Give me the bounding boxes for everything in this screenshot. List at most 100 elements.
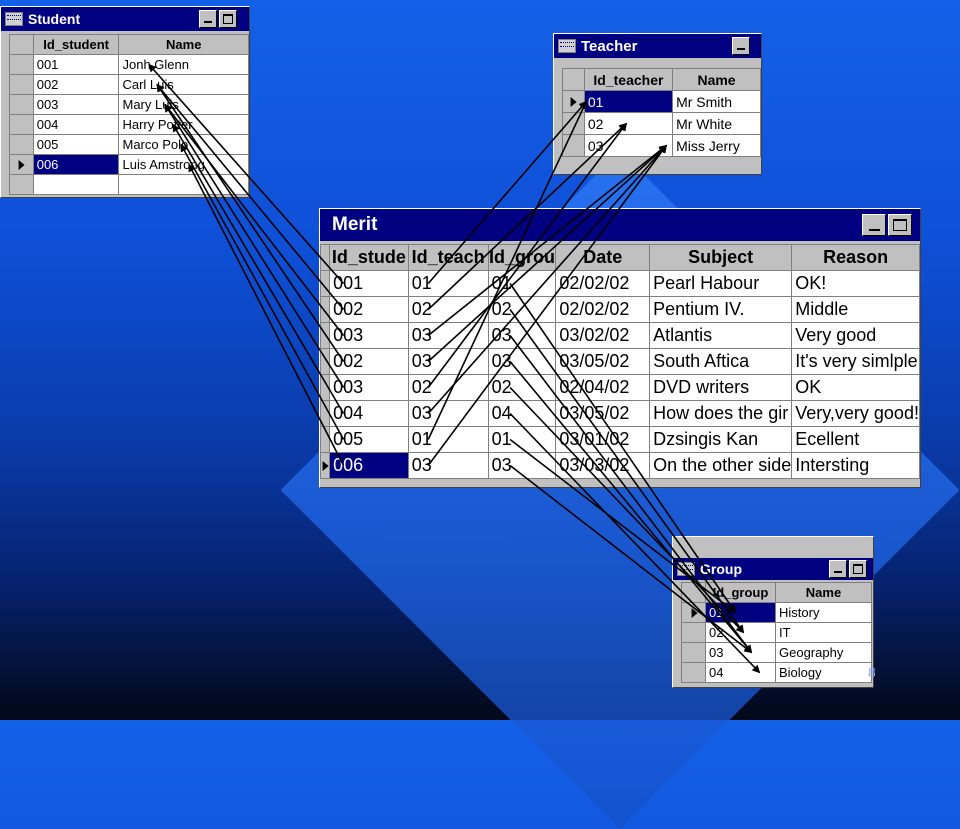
merit-cell-reason[interactable]: OK! (791, 270, 920, 297)
column-header-reason[interactable]: Reason (791, 244, 920, 271)
merit-cell-date[interactable]: 02/04/02 (555, 374, 651, 401)
group-row[interactable]: 02 IT (681, 622, 872, 643)
column-header-id-teacher[interactable]: Id_teacher (583, 68, 674, 91)
merit-cell-group[interactable]: 03 (487, 348, 557, 375)
merit-cell-date[interactable]: 03/01/02 (555, 426, 651, 453)
group-cell-id[interactable]: 03 (705, 642, 776, 663)
merit-row[interactable]: 006 03 03 03/03/02 On the other side Intersti… (320, 452, 920, 479)
row-selector[interactable] (9, 134, 34, 155)
merit-cell-date[interactable]: 02/02/02 (555, 270, 651, 297)
group-title-bar[interactable]: Group (673, 558, 873, 580)
merit-window[interactable]: Merit Id_stude Id_teach Id_grou Date Sub… (319, 208, 921, 488)
group-cell-name[interactable]: History (775, 602, 872, 623)
row-selector[interactable] (562, 112, 585, 135)
merit-cell-reason[interactable]: OK (791, 374, 920, 401)
minimize-button[interactable] (199, 10, 217, 28)
column-header-name[interactable]: Name (672, 68, 761, 91)
merit-cell-group[interactable]: 03 (487, 322, 557, 349)
maximize-button[interactable] (219, 10, 237, 28)
merit-cell-subject[interactable]: South Aftica (649, 348, 793, 375)
student-cell-id[interactable]: 001 (32, 54, 120, 75)
student-cell-name[interactable]: Luis Amstrong (118, 154, 249, 175)
merit-cell-reason[interactable]: Middle (791, 296, 920, 323)
merit-row[interactable]: 002 03 03 03/05/02 South Aftica It's very sim… (320, 348, 920, 375)
merit-cell-group[interactable]: 03 (487, 452, 557, 479)
row-selector[interactable] (562, 90, 585, 113)
column-header-id-student[interactable]: Id_student (32, 34, 120, 55)
group-window[interactable]: Group Id_group Name 01 History 02 IT 03 Geogr… (672, 536, 874, 688)
student-cell-name[interactable]: Harry Potter (118, 114, 249, 135)
merit-cell-group[interactable]: 02 (487, 374, 557, 401)
row-selector[interactable] (9, 94, 34, 115)
merit-cell-date[interactable]: 03/05/02 (555, 348, 651, 375)
student-row[interactable]: 005 Marco Polo (9, 134, 249, 155)
teacher-cell-id[interactable]: 03 (583, 134, 674, 157)
teacher-title-bar[interactable]: Teacher (554, 34, 761, 58)
merit-row[interactable]: 001 01 01 02/02/02 Pearl Habour OK! (320, 270, 920, 297)
row-selector[interactable] (9, 154, 34, 175)
student-cell-id[interactable]: 002 (32, 74, 120, 95)
column-header-id-group[interactable]: Id_grou (487, 244, 557, 271)
merit-cell-student[interactable]: 003 (329, 322, 409, 349)
row-selector[interactable] (320, 374, 331, 401)
maximize-button[interactable] (888, 214, 912, 236)
merit-cell-teacher[interactable]: 02 (407, 296, 489, 323)
teacher-cell-id[interactable]: 01 (583, 90, 674, 113)
column-header-subject[interactable]: Subject (649, 244, 793, 271)
student-title-bar[interactable]: Student (1, 7, 249, 31)
merit-grid[interactable]: Id_stude Id_teach Id_grou Date Subject R… (320, 244, 920, 479)
merit-cell-group[interactable]: 01 (487, 426, 557, 453)
student-cell-id[interactable]: 004 (32, 114, 120, 135)
merit-cell-group[interactable]: 01 (487, 270, 557, 297)
merit-cell-reason[interactable]: Very good (791, 322, 920, 349)
teacher-cell-name[interactable]: Mr Smith (672, 90, 761, 113)
row-selector[interactable] (320, 322, 331, 349)
minimize-button[interactable] (829, 560, 847, 578)
column-header-id-student[interactable]: Id_stude (329, 244, 409, 271)
merit-cell-date[interactable]: 03/05/02 (555, 400, 651, 427)
student-cell-name[interactable]: Mary Luis (118, 94, 249, 115)
merit-cell-student[interactable]: 001 (329, 270, 409, 297)
group-cell-id[interactable]: 04 (705, 662, 776, 683)
student-row[interactable]: 003 Mary Luis (9, 94, 249, 115)
student-cell-name[interactable]: Marco Polo (118, 134, 249, 155)
student-row[interactable]: 006 Luis Amstrong (9, 154, 249, 175)
merit-cell-teacher[interactable]: 03 (407, 400, 489, 427)
group-cell-name[interactable]: Biology (775, 662, 872, 683)
minimize-button[interactable] (862, 214, 886, 236)
merit-cell-reason[interactable]: Very,very good! (791, 400, 920, 427)
student-cell-name[interactable]: Jonh Glenn (118, 54, 249, 75)
merit-row[interactable]: 005 01 01 03/01/02 Dzsingis Kan Ecellent (320, 426, 920, 453)
merit-cell-teacher[interactable]: 03 (407, 452, 489, 479)
merit-cell-subject[interactable]: Pentium IV. (649, 296, 793, 323)
column-header-name[interactable]: Name (775, 582, 872, 603)
merit-row[interactable]: 002 02 02 02/02/02 Pentium IV. Middle (320, 296, 920, 323)
teacher-row[interactable]: 02 Mr White (562, 112, 761, 135)
merit-cell-subject[interactable]: On the other side (649, 452, 793, 479)
row-selector[interactable] (562, 134, 585, 157)
student-cell-id[interactable]: 003 (32, 94, 120, 115)
merit-cell-student[interactable]: 004 (329, 400, 409, 427)
merit-cell-student[interactable]: 002 (329, 348, 409, 375)
student-window[interactable]: Student Id_student Name 001 Jonh Glenn 002… (0, 6, 250, 198)
group-row[interactable]: 03 Geography (681, 642, 872, 663)
merit-cell-student[interactable]: 002 (329, 296, 409, 323)
row-selector[interactable] (9, 114, 34, 135)
merit-cell-subject[interactable]: Atlantis (649, 322, 793, 349)
row-selector[interactable] (681, 642, 706, 663)
group-cell-id[interactable]: 02 (705, 622, 776, 643)
student-row[interactable]: 001 Jonh Glenn (9, 54, 249, 75)
merit-cell-teacher[interactable]: 03 (407, 348, 489, 375)
column-header-name[interactable]: Name (118, 34, 249, 55)
row-selector[interactable] (681, 622, 706, 643)
row-selector[interactable] (320, 452, 331, 479)
group-cell-id[interactable]: 01 (705, 602, 776, 623)
merit-row[interactable]: 004 03 04 03/05/02 How does the gir Very,very… (320, 400, 920, 427)
group-grid[interactable]: Id_group Name 01 History 02 IT 03 Geography 04… (681, 582, 872, 683)
column-header-id-group[interactable]: Id_group (705, 582, 776, 603)
merit-cell-student[interactable]: 006 (329, 452, 409, 479)
row-selector[interactable] (320, 270, 331, 297)
teacher-row[interactable]: 01 Mr Smith (562, 90, 761, 113)
group-cell-name[interactable]: IT (775, 622, 872, 643)
student-row[interactable]: 004 Harry Potter (9, 114, 249, 135)
